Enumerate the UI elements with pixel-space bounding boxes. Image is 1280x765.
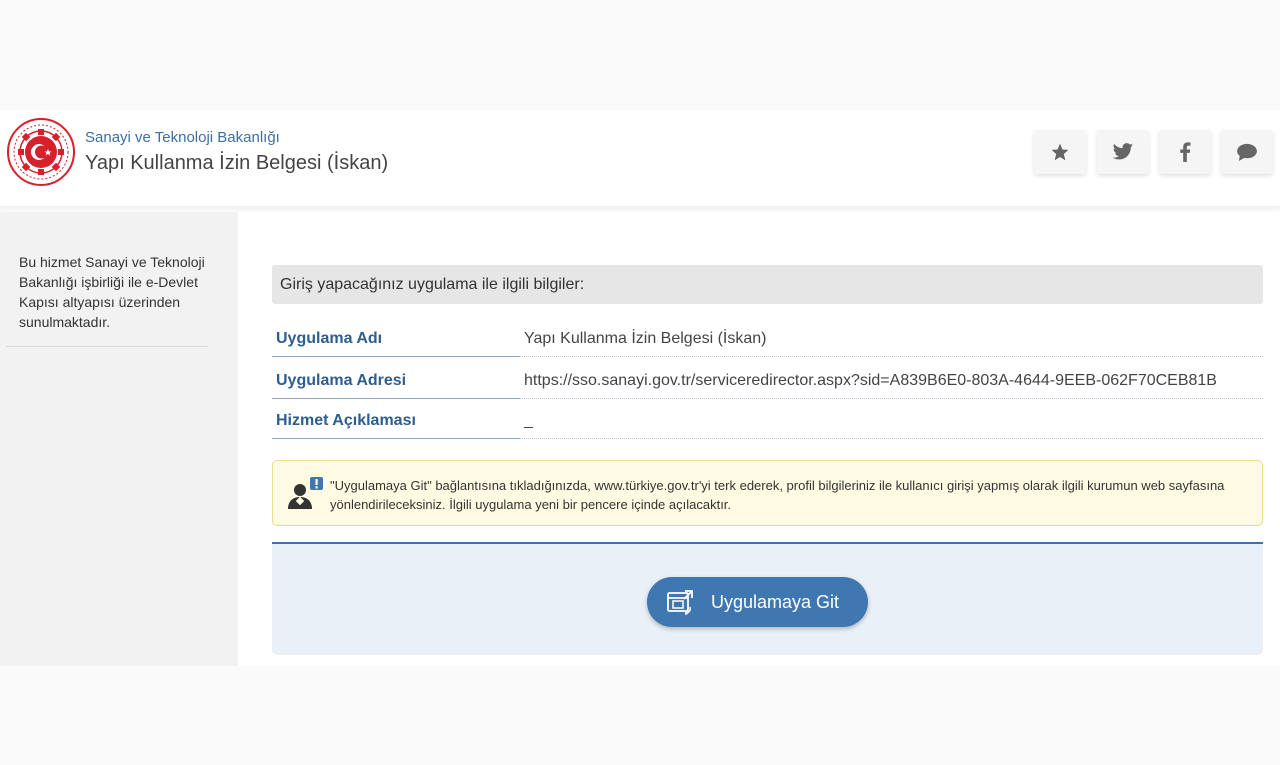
sidebar-divider [6, 346, 208, 347]
info-row-service-description: Hizmet Açıklaması _ [272, 398, 1263, 439]
sidebar: Bu hizmet Sanayi ve Teknoloji Bakanlığı … [0, 212, 238, 666]
page-header: Sanayi ve Teknoloji Bakanlığı Yapı Kulla… [0, 110, 1280, 206]
go-to-application-button[interactable]: Uygulamaya Git [647, 577, 868, 627]
info-value: https://sso.sanayi.gov.tr/serviceredirec… [524, 372, 1217, 389]
main-content: Giriş yapacağınız uygulama ile ilgili bi… [238, 212, 1280, 666]
warning-text: "Uygulamaya Git" bağlantısına tıkladığın… [330, 478, 1225, 512]
user-alert-icon [288, 477, 323, 509]
facebook-share-button[interactable] [1159, 130, 1211, 174]
redirect-warning: "Uygulamaya Git" bağlantısına tıkladığın… [272, 460, 1263, 526]
label-underline [272, 356, 520, 357]
info-value: _ [524, 412, 533, 429]
action-area: Uygulamaya Git [272, 542, 1263, 655]
info-label: Uygulama Adı [276, 330, 383, 347]
ministry-name: Sanayi ve Teknoloji Bakanlığı [85, 129, 280, 146]
star-icon [1051, 143, 1069, 161]
info-row-app-name: Uygulama Adı Yapı Kullanma İzin Belgesi … [272, 316, 1263, 357]
info-value: Yapı Kullanma İzin Belgesi (İskan) [524, 330, 767, 347]
info-section-header: Giriş yapacağınız uygulama ile ilgili bi… [272, 265, 1263, 304]
info-label: Uygulama Adresi [276, 372, 407, 389]
favorite-button[interactable] [1034, 130, 1086, 174]
bottom-margin [0, 666, 1280, 765]
info-label: Hizmet Açıklaması [276, 412, 416, 429]
feedback-button[interactable] [1221, 130, 1273, 174]
label-underline [272, 438, 520, 439]
info-row-app-address: Uygulama Adresi https://sso.sanayi.gov.t… [272, 358, 1263, 399]
twitter-icon [1112, 143, 1134, 160]
page-title: Yapı Kullanma İzin Belgesi (İskan) [85, 152, 389, 174]
top-margin [0, 0, 1280, 110]
facebook-icon [1180, 142, 1191, 162]
go-button-label: Uygulamaya Git [711, 591, 840, 612]
chat-icon [1237, 143, 1257, 161]
twitter-share-button[interactable] [1097, 130, 1149, 174]
sidebar-info-text: Bu hizmet Sanayi ve Teknoloji Bakanlığı … [19, 254, 205, 330]
open-window-icon [667, 590, 693, 615]
ministry-logo [7, 118, 75, 186]
